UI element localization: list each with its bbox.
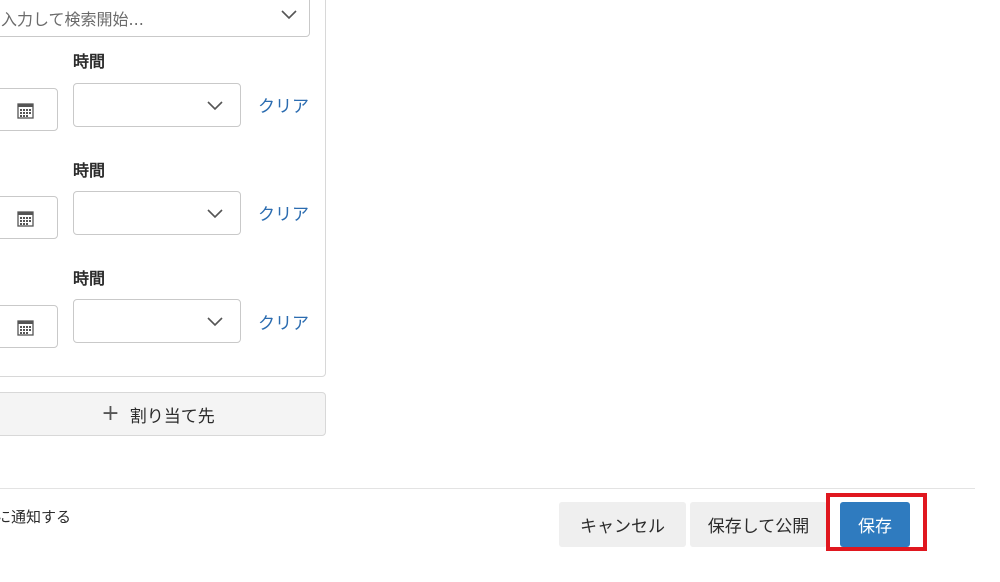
save-and-publish-button[interactable]: 保存して公開 <box>690 502 827 547</box>
date-input[interactable] <box>0 196 58 239</box>
time-select[interactable] <box>73 191 241 235</box>
calendar-icon[interactable] <box>17 319 34 336</box>
clear-link[interactable]: クリア <box>258 200 309 225</box>
plus-icon: + <box>101 401 120 426</box>
clear-link[interactable]: クリア <box>258 309 309 334</box>
chevron-down-icon <box>281 10 297 20</box>
notify-text: に通知する <box>0 508 72 526</box>
date-input[interactable] <box>0 305 58 348</box>
assignee-search-select[interactable]: 入力して検索開始... <box>0 0 310 37</box>
time-label: 時間 <box>73 269 106 288</box>
date-input[interactable] <box>0 88 58 131</box>
calendar-icon[interactable] <box>17 210 34 227</box>
chevron-down-icon <box>207 101 223 111</box>
cancel-button[interactable]: キャンセル <box>559 502 686 547</box>
time-select[interactable] <box>73 83 241 127</box>
chevron-down-icon <box>207 209 223 219</box>
time-label: 時間 <box>73 161 106 180</box>
add-assignee-label: 割り当て先 <box>129 406 215 427</box>
chevron-down-icon <box>207 317 223 327</box>
assignee-search-placeholder: 入力して検索開始... <box>1 10 144 29</box>
highlight-box <box>826 493 927 551</box>
footer-divider <box>0 488 975 489</box>
time-label: 時間 <box>73 52 106 71</box>
time-select[interactable] <box>73 299 241 343</box>
add-assignee-button[interactable]: + 割り当て先 <box>0 392 326 436</box>
clear-link[interactable]: クリア <box>258 92 309 117</box>
calendar-icon[interactable] <box>17 102 34 119</box>
